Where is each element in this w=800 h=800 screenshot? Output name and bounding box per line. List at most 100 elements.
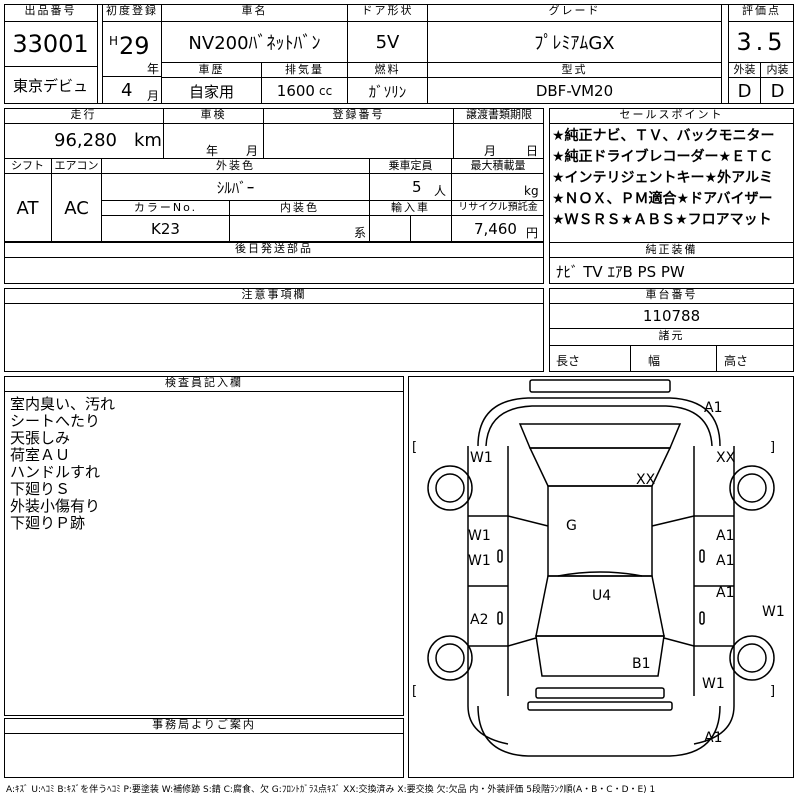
legend: A:ｷｽﾞ U:ﾍｺﾐ B:ｷｽﾞを伴うﾍｺﾐ P:要塗装 W:補修跡 S:錆 … (6, 785, 656, 795)
ac: AC (52, 174, 102, 242)
disp-cell: 1600 cc (262, 78, 348, 104)
car-diagram (427, 379, 775, 757)
sales-point-line: ★純正ドライブレコーダー★ＥＴＣ (552, 149, 774, 165)
equipment: ﾅﾋﾞ TV ｴｱB PS PW (556, 263, 685, 281)
inspector-line: シートへたり (10, 412, 101, 430)
disp-label: 排気量 (262, 62, 348, 78)
office-label: 事務局よりご案内 (4, 718, 404, 734)
displacement: 1600 (276, 82, 315, 100)
sales-point-line: ★純正ナビ、ＴＶ、バックモニター (552, 128, 775, 144)
bracket-close: ] (770, 684, 776, 699)
import-label: 輸入車 (370, 200, 452, 216)
transfer-label: 譲渡書類期限 (454, 108, 544, 124)
int-color-unit: 系 (354, 226, 367, 240)
damage-mark: A2 (470, 612, 489, 628)
mileage: 96,280 (54, 130, 117, 151)
year-unit: 年 (147, 62, 160, 76)
inspector-line: ハンドルすれ (10, 463, 101, 481)
car-name: NV200ﾊﾞﾈｯﾄﾊﾞﾝ (162, 22, 348, 62)
damage-mark: W1 (470, 450, 493, 466)
month-unit: 月 (147, 89, 160, 103)
reg-no-label: 登録番号 (264, 108, 454, 124)
equipment-label: 純正装備 (549, 242, 794, 258)
mileage-unit: km (134, 130, 162, 151)
ext-grade: D (728, 78, 761, 104)
dim-length: 長さ (556, 354, 581, 368)
inspector-notes: 室内臭い、汚れ シートへたり 天張しみ 荷室ＡＵ ハンドルすれ 下廻りＳ 外装小… (10, 396, 400, 532)
dim-height: 高さ (724, 354, 749, 368)
grade: ﾌﾟﾚﾐｱﾑGX (428, 22, 722, 62)
damage-mark: XX (716, 450, 736, 466)
recycle-unit: 円 (526, 226, 539, 240)
int-color-label: 内装色 (230, 200, 370, 216)
ext-color-label: 外装色 (102, 158, 370, 174)
color-no-label: カラーNo. (102, 200, 230, 216)
recycle: 7,460 (474, 220, 517, 238)
ext-color: ｼﾙﾊﾞｰ (102, 174, 370, 200)
venue: 東京デビュ (4, 66, 98, 104)
sales-point-line: ★ＮＯＸ、ＰＭ適合★ドアバイザー (552, 191, 773, 207)
damage-mark: B1 (632, 656, 651, 672)
disp-unit: cc (318, 84, 333, 98)
insp-month-unit: 月 (246, 144, 259, 158)
recycle-cell: 7,460 円 (452, 216, 544, 242)
sales-points-label: セールスポイント (549, 108, 794, 124)
insp-year-unit: 年 (206, 144, 219, 158)
grade-label: グレード (428, 4, 722, 22)
first-reg-year: 29 (119, 32, 150, 60)
dim-divider-2 (716, 346, 717, 372)
sales-point-line: ★ＷＳＲＳ★ＡＢＳ★フロアマット (552, 212, 772, 228)
import-cell (370, 216, 452, 242)
sales-points-list: ★純正ナビ、ＴＶ、バックモニター ★純正ドライブレコーダー★ＥＴＣ ★インテリジ… (552, 126, 794, 231)
ac-label: エアコン (52, 158, 102, 174)
model-label: 型式 (428, 62, 722, 78)
damage-mark: U4 (592, 588, 612, 604)
lot-no: 33001 (4, 22, 98, 66)
first-reg-month-cell: 4 月 (102, 76, 162, 104)
first-reg-label: 初度登録 (102, 4, 162, 22)
transfer-month-unit: 月 (484, 144, 497, 158)
fuel-label: 燃料 (348, 62, 428, 78)
transfer-cell: 月 日 (454, 124, 544, 158)
notes-label: 注意事項欄 (4, 288, 544, 304)
int-color-cell: 系 (230, 216, 370, 242)
sales-point-line: ★インテリジェントキー★外アルミ (552, 170, 773, 186)
shift-label: シフト (4, 158, 52, 174)
history: 自家用 (162, 78, 262, 104)
load-label: 最大積載量 (452, 158, 544, 174)
inspection-cell: 年 月 (164, 124, 264, 158)
dim-divider-1 (630, 346, 631, 372)
later-parts-label: 後日発送部品 (4, 242, 544, 258)
inspector-line: 室内臭い、汚れ (10, 395, 116, 413)
color-no: K23 (102, 216, 230, 242)
inspector-line: 荷室ＡＵ (10, 446, 71, 464)
load-cell: kg (452, 174, 544, 200)
inspector-line: 天張しみ (10, 429, 71, 447)
capacity-unit: 人 (434, 184, 447, 198)
door: 5V (348, 22, 428, 62)
inspector-line: 下廻りＰ跡 (10, 514, 86, 532)
capacity-cell: 5 人 (370, 174, 452, 200)
history-label: 車歴 (162, 62, 262, 78)
damage-mark: XX (636, 472, 656, 488)
bracket-close: ] (770, 440, 776, 455)
damage-mark: A1 (716, 553, 735, 569)
inspector-line: 外装小傷有り (10, 497, 101, 515)
shift: AT (4, 174, 52, 242)
capacity: 5 (412, 178, 422, 196)
ext-label: 外装 (728, 62, 761, 78)
capacity-label: 乗車定員 (370, 158, 452, 174)
int-label: 内装 (761, 62, 794, 78)
damage-mark: A1 (716, 528, 735, 544)
damage-mark: W1 (468, 553, 491, 569)
reg-no-cell (264, 124, 454, 158)
mileage-label: 走行 (4, 108, 164, 124)
damage-mark: W1 (762, 604, 785, 620)
door-label: ドア形状 (348, 4, 428, 22)
inspector-line: 下廻りＳ (10, 480, 71, 498)
int-grade: D (770, 80, 785, 102)
score: 3.5 (728, 22, 794, 62)
chassis-label: 車台番号 (549, 288, 794, 304)
dim-width: 幅 (648, 354, 661, 368)
damage-mark: A1 (716, 585, 735, 601)
